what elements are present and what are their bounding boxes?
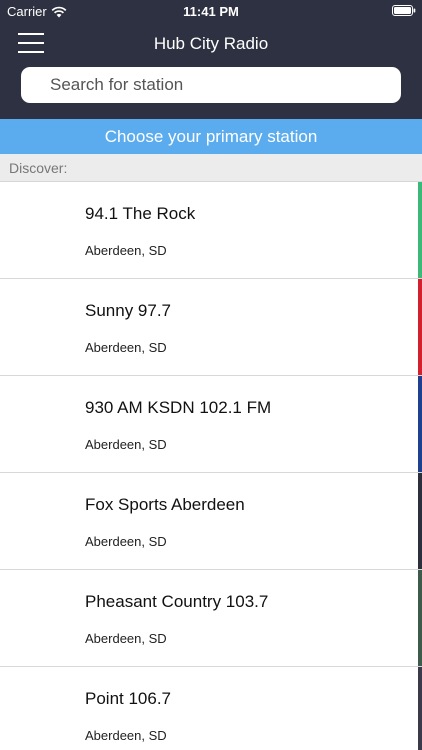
header: Carrier 11:41 PM Hub City Radio bbox=[0, 0, 422, 119]
station-name: Fox Sports Aberdeen bbox=[85, 495, 245, 514]
battery-icon bbox=[392, 5, 416, 16]
station-color-bar bbox=[418, 570, 422, 666]
station-list: 94.1 The Rock Aberdeen, SD Sunny 97.7 Ab… bbox=[0, 182, 422, 750]
station-location: Aberdeen, SD bbox=[85, 340, 167, 355]
station-color-bar bbox=[418, 279, 422, 375]
station-location: Aberdeen, SD bbox=[85, 437, 167, 452]
station-row[interactable]: Pheasant Country 103.7 Aberdeen, SD bbox=[0, 570, 422, 667]
discover-section-header: Discover: bbox=[0, 154, 422, 182]
nav-bar: Hub City Radio bbox=[0, 22, 422, 66]
station-name: Point 106.7 bbox=[85, 689, 172, 708]
station-color-bar bbox=[418, 182, 422, 278]
station-location: Aberdeen, SD bbox=[85, 243, 167, 258]
station-location: Aberdeen, SD bbox=[85, 728, 167, 743]
station-name: Sunny 97.7 bbox=[85, 301, 172, 320]
station-row[interactable]: Point 106.7 Aberdeen, SD bbox=[0, 667, 422, 750]
status-bar: Carrier 11:41 PM bbox=[0, 0, 422, 22]
station-color-bar bbox=[418, 376, 422, 472]
station-row[interactable]: 94.1 The Rock Aberdeen, SD bbox=[0, 182, 422, 279]
station-row[interactable]: Sunny 97.7 Aberdeen, SD bbox=[0, 279, 422, 376]
primary-station-banner[interactable]: Choose your primary station bbox=[0, 119, 422, 154]
station-row[interactable]: 930 AM KSDN 102.1 FM Aberdeen, SD bbox=[0, 376, 422, 473]
station-name: Pheasant Country 103.7 bbox=[85, 592, 269, 611]
station-location: Aberdeen, SD bbox=[85, 631, 167, 646]
station-color-bar bbox=[418, 473, 422, 569]
station-name: 94.1 The Rock bbox=[85, 204, 196, 223]
station-row[interactable]: Fox Sports Aberdeen Aberdeen, SD bbox=[0, 473, 422, 570]
station-name: 930 AM KSDN 102.1 FM bbox=[85, 398, 272, 417]
station-color-bar bbox=[418, 667, 422, 750]
app-screen: Carrier 11:41 PM Hub City Radio Choose bbox=[0, 0, 422, 750]
station-location: Aberdeen, SD bbox=[85, 534, 167, 549]
search-input[interactable] bbox=[21, 67, 401, 103]
status-time: 11:41 PM bbox=[183, 4, 239, 19]
page-title: Hub City Radio bbox=[153, 34, 269, 53]
